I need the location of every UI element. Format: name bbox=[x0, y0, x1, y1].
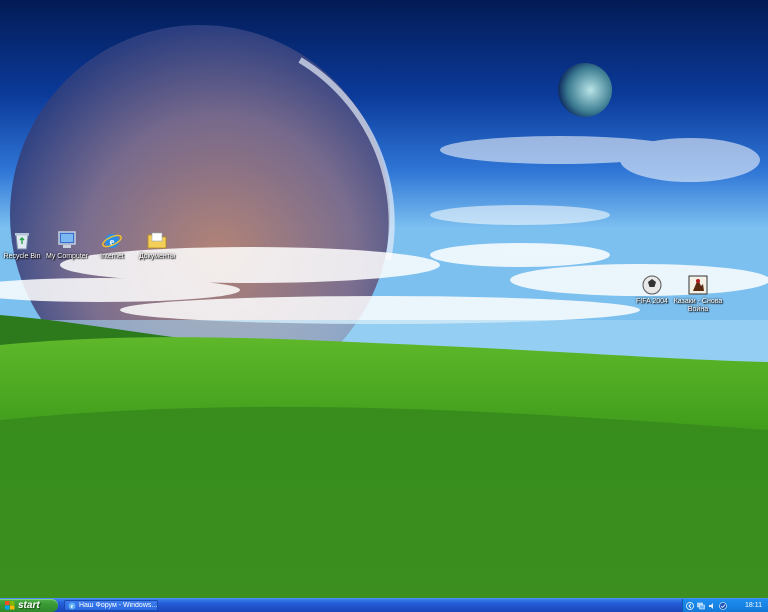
internet-explorer-icon: e bbox=[102, 234, 122, 248]
svg-text:e: e bbox=[71, 604, 74, 610]
clock[interactable]: 18:11 bbox=[745, 602, 762, 609]
fifa-game-icon bbox=[642, 275, 662, 295]
desktop[interactable]: Recycle Bin My Computer e Internet Докум… bbox=[0, 0, 768, 598]
taskbar-window-button[interactable]: e Наш Форум - Windows... bbox=[64, 600, 158, 611]
desktop-icon-documents[interactable]: Документы bbox=[125, 229, 189, 261]
recycle-bin-icon bbox=[15, 233, 29, 250]
cossacks-game-icon bbox=[688, 275, 708, 295]
desktop-icon-cossacks[interactable]: Казаки - Снова Война bbox=[666, 274, 730, 314]
security-icon[interactable] bbox=[719, 601, 727, 610]
taskbar: start e Наш Форум - Windows... RU 18:11 bbox=[0, 598, 768, 612]
system-tray: 18:11 bbox=[682, 599, 768, 612]
my-computer-icon bbox=[58, 231, 76, 248]
taskbar-window-label: Наш Форум - Windows... bbox=[78, 602, 157, 609]
documents-folder-icon bbox=[147, 232, 167, 249]
desktop-icon-label: Казаки - Снова Война bbox=[673, 298, 723, 313]
start-button[interactable]: start bbox=[0, 599, 58, 612]
tray-arrow-icon[interactable] bbox=[686, 601, 694, 610]
desktop-icon-label: Документы bbox=[138, 253, 176, 260]
volume-icon[interactable] bbox=[708, 602, 716, 610]
network-icon[interactable] bbox=[697, 602, 705, 610]
start-label: start bbox=[18, 600, 40, 611]
windows-logo-icon bbox=[5, 601, 15, 610]
internet-explorer-icon: e bbox=[68, 602, 76, 610]
